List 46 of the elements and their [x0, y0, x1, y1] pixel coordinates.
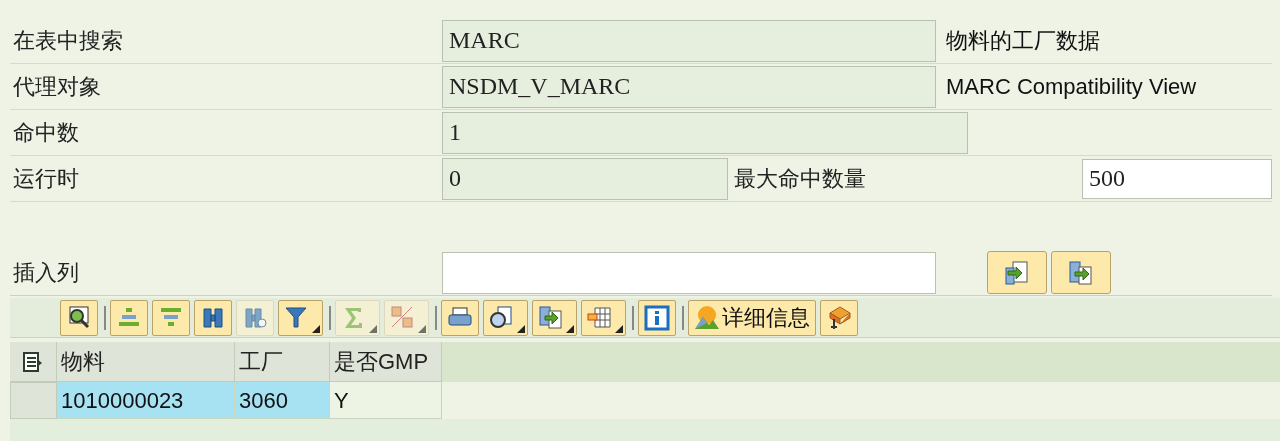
dropdown-icon [615, 324, 623, 333]
input-field[interactable]: NSDM_V_MARC [442, 65, 936, 108]
subtotal-icon [390, 304, 416, 331]
toolbar-button[interactable]: 详细信息 [688, 299, 816, 336]
table-cell: Y [330, 382, 442, 419]
export-icon [538, 304, 564, 331]
field-label: 插入列 [12, 259, 80, 287]
dropdown-icon [517, 324, 525, 333]
table-cell: 3060 [235, 382, 330, 419]
input-field[interactable]: 500 [1082, 158, 1272, 199]
field-description: MARC Compatibility View [946, 73, 1197, 101]
export-button[interactable] [1051, 251, 1111, 294]
column-header[interactable]: 工厂 [235, 342, 330, 382]
toolbar-button[interactable] [194, 299, 232, 336]
export-icon [1004, 259, 1030, 286]
export-icon [1068, 259, 1094, 286]
layout-icon [22, 350, 44, 373]
field-label: 运行时 [12, 165, 80, 193]
magnifier-icon [66, 304, 92, 331]
info-icon [644, 304, 670, 331]
toolbar-button[interactable] [60, 299, 98, 336]
input-field[interactable]: MARC [442, 19, 936, 62]
grid-icon [587, 304, 613, 331]
dropdown-icon [312, 324, 320, 333]
field-label: 在表中搜索 [12, 27, 124, 55]
document-icon [489, 304, 515, 331]
toolbar-button[interactable] [483, 299, 528, 336]
field-label: 最大命中数量 [734, 165, 867, 193]
export-button[interactable] [987, 251, 1047, 294]
dropdown-icon [566, 324, 574, 333]
dropdown-icon [369, 324, 377, 333]
field-description: 物料的工厂数据 [946, 27, 1100, 55]
input-field[interactable] [442, 251, 936, 294]
dropdown-icon [418, 324, 426, 333]
input-field[interactable]: 1 [442, 111, 968, 154]
column-selector[interactable] [10, 342, 57, 382]
mountain-icon [694, 304, 720, 331]
table-cell: 1010000023 [57, 382, 235, 419]
input-field[interactable]: 0 [442, 157, 728, 200]
field-label: 代理对象 [12, 73, 102, 101]
column-header[interactable]: 是否GMP [330, 342, 442, 382]
toolbar-button[interactable] [278, 299, 323, 336]
toolbar-button[interactable] [532, 299, 577, 336]
field-label: 命中数 [12, 119, 80, 147]
filter-icon [284, 304, 310, 331]
column-header[interactable]: 物料 [57, 342, 235, 382]
